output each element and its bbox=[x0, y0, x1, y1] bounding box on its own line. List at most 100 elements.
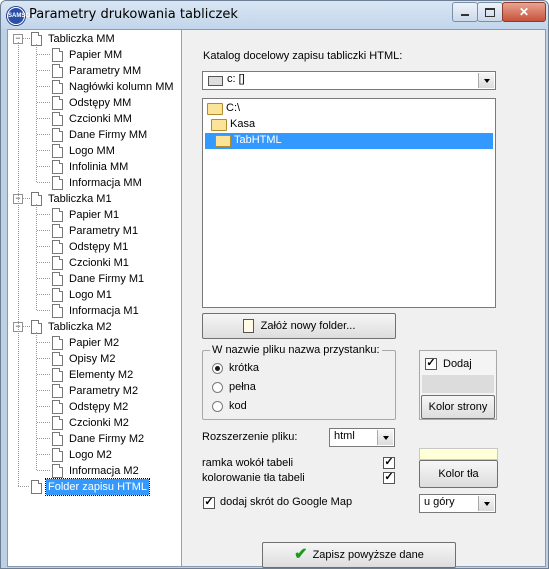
radio-button[interactable] bbox=[212, 382, 223, 393]
page-color-swatch bbox=[422, 375, 494, 393]
minimize-icon bbox=[461, 14, 469, 16]
frame-checkbox[interactable]: ✓ bbox=[383, 457, 395, 469]
radio-button[interactable] bbox=[212, 401, 223, 412]
tree-item-label: Dane Firmy M2 bbox=[69, 433, 145, 445]
tree-item[interactable]: Czcionki M1 bbox=[8, 255, 181, 271]
checkmark-icon: ✔ bbox=[294, 546, 308, 563]
document-icon bbox=[52, 368, 63, 382]
tree-item[interactable]: Czcionki M2 bbox=[8, 415, 181, 431]
tree-item[interactable]: Parametry MM bbox=[8, 63, 181, 79]
document-icon bbox=[52, 432, 63, 446]
tree-group[interactable]: − Tabliczka MM bbox=[8, 31, 181, 47]
tree-item[interactable]: Papier MM bbox=[8, 47, 181, 63]
tree-item-label: Czcionki M2 bbox=[69, 417, 129, 429]
tree-item-label: Czcionki M1 bbox=[69, 257, 129, 269]
tree-item-label: Parametry M1 bbox=[69, 225, 139, 237]
tree-connector bbox=[37, 374, 50, 375]
tree-item-label: Papier M1 bbox=[69, 209, 120, 221]
tree-connector bbox=[37, 294, 50, 295]
tree-item[interactable]: Parametry M1 bbox=[8, 223, 181, 239]
checkbox-checked[interactable]: ✓ bbox=[425, 358, 437, 370]
maximize-button[interactable] bbox=[477, 2, 503, 22]
tree-item[interactable]: Dane Firmy MM bbox=[8, 127, 181, 143]
new-folder-button[interactable]: Załóż nowy folder... bbox=[202, 313, 396, 339]
tree-connector bbox=[37, 230, 50, 231]
tree-item-label: Papier MM bbox=[69, 49, 123, 61]
tree-item[interactable]: Logo MM bbox=[8, 143, 181, 159]
tree-item-label: Nagłówki kolumn MM bbox=[69, 81, 174, 93]
add-checkbox[interactable]: ✓ Dodaj bbox=[423, 355, 493, 373]
tree-item[interactable]: Odstępy M1 bbox=[8, 239, 181, 255]
tree-item[interactable]: Informacja M2 bbox=[8, 463, 181, 479]
tree-group[interactable]: − Tabliczka M1 bbox=[8, 191, 181, 207]
tree-item[interactable]: Odstępy MM bbox=[8, 95, 181, 111]
folder-list[interactable]: C:\ Kasa TabHTML bbox=[202, 98, 496, 308]
tree-item[interactable]: Dane Firmy M1 bbox=[8, 271, 181, 287]
tree-group[interactable]: − Tabliczka M2 bbox=[8, 319, 181, 335]
tree-item[interactable]: Parametry M2 bbox=[8, 383, 181, 399]
chevron-down-icon bbox=[478, 73, 494, 88]
document-icon bbox=[52, 352, 63, 366]
tree-item[interactable]: Informacja M1 bbox=[8, 303, 181, 319]
folder-label: Kasa bbox=[230, 118, 256, 130]
tree-connector bbox=[23, 38, 30, 39]
tree-connector bbox=[37, 406, 50, 407]
drive-select[interactable]: c: [] bbox=[202, 71, 496, 90]
tree-connector bbox=[37, 182, 50, 183]
tree-item[interactable]: Nagłówki kolumn MM bbox=[8, 79, 181, 95]
bg-color-button[interactable]: Kolor tła bbox=[419, 460, 498, 488]
document-icon bbox=[52, 464, 63, 478]
tree-item[interactable]: Papier M2 bbox=[8, 335, 181, 351]
bg-color-swatch bbox=[419, 448, 498, 460]
window: SAMSON Parametry drukowania tabliczek ✕ … bbox=[0, 0, 549, 569]
tree-item[interactable]: Odstępy M2 bbox=[8, 399, 181, 415]
radio-button-selected[interactable] bbox=[212, 363, 223, 374]
google-checkbox[interactable]: ✓ bbox=[203, 497, 215, 509]
tree-item-label: Informacja MM bbox=[69, 177, 142, 189]
save-button[interactable]: ✔ Zapisz powyższe dane bbox=[262, 542, 456, 568]
tree-item[interactable]: Opisy M2 bbox=[8, 351, 181, 367]
extension-label: Rozszerzenie pliku: bbox=[202, 431, 298, 443]
chevron-down-icon bbox=[377, 430, 393, 445]
radio-code-label: kod bbox=[229, 400, 247, 412]
tree-item[interactable]: Infolinia MM bbox=[8, 159, 181, 175]
new-document-icon bbox=[242, 319, 254, 333]
folder-item-tabhtml[interactable]: TabHTML bbox=[205, 133, 493, 149]
document-icon bbox=[52, 80, 63, 94]
tree-item[interactable]: Informacja MM bbox=[8, 175, 181, 191]
folder-item-root[interactable]: C:\ bbox=[205, 101, 493, 117]
tree-item-selected[interactable]: Folder zapisu HTML bbox=[8, 478, 181, 496]
open-folder-icon bbox=[207, 103, 223, 115]
minimize-button[interactable] bbox=[452, 2, 478, 22]
page-color-button-label: Kolor strony bbox=[428, 401, 488, 413]
bg-color-checkbox[interactable]: ✓ bbox=[383, 472, 395, 484]
tree-connector bbox=[37, 54, 50, 55]
chevron-down-icon bbox=[478, 496, 494, 511]
tree-item[interactable]: Czcionki MM bbox=[8, 111, 181, 127]
folder-item-kasa[interactable]: Kasa bbox=[205, 117, 493, 133]
tree-connector bbox=[37, 358, 50, 359]
close-button[interactable]: ✕ bbox=[502, 2, 546, 22]
document-icon bbox=[52, 144, 63, 158]
tree-connector bbox=[37, 438, 50, 439]
tree-item[interactable]: Logo M2 bbox=[8, 447, 181, 463]
settings-tree[interactable]: − Tabliczka MM Papier MM Parametry MM Nagłów… bbox=[8, 30, 182, 566]
tree-item-label: Informacja M1 bbox=[69, 305, 139, 317]
google-position-select[interactable]: u góry bbox=[419, 494, 496, 513]
extension-select[interactable]: html bbox=[329, 428, 395, 447]
tree-item[interactable]: Elementy M2 bbox=[8, 367, 181, 383]
document-icon bbox=[52, 96, 63, 110]
document-icon bbox=[52, 272, 63, 286]
tree-item-label: Logo M1 bbox=[69, 289, 112, 301]
tree-item[interactable]: Papier M1 bbox=[8, 207, 181, 223]
open-folder-icon bbox=[215, 135, 231, 147]
tree-item-label: Logo M2 bbox=[69, 449, 112, 461]
title-bar[interactable]: SAMSON Parametry drukowania tabliczek ✕ bbox=[1, 1, 548, 29]
tree-connector bbox=[18, 42, 19, 486]
page-color-button[interactable]: Kolor strony bbox=[421, 395, 495, 419]
tree-connector bbox=[37, 150, 50, 151]
tree-item[interactable]: Dane Firmy M2 bbox=[8, 431, 181, 447]
tree-item[interactable]: Logo M1 bbox=[8, 287, 181, 303]
drive-icon bbox=[208, 76, 223, 86]
tree-connector bbox=[37, 422, 50, 423]
